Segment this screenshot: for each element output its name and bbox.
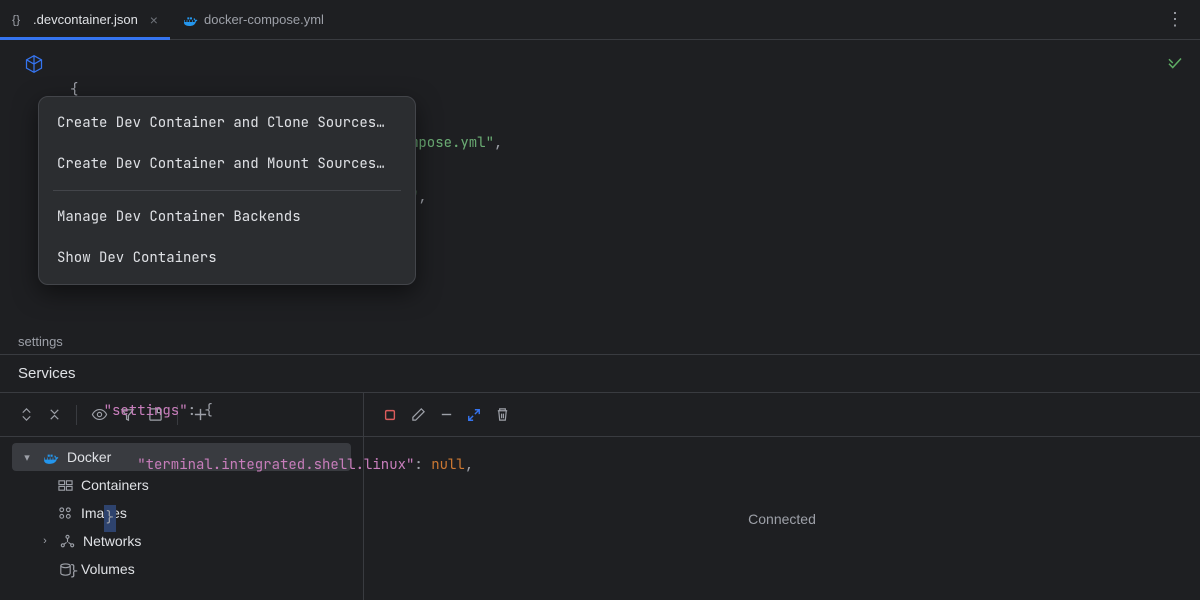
tab-label: .devcontainer.json — [33, 12, 138, 27]
tab-devcontainer-json[interactable]: {} .devcontainer.json × — [0, 0, 170, 39]
matching-brace-highlight: } — [104, 505, 116, 532]
braces-icon: {} — [12, 12, 27, 27]
svg-text:{}: {} — [12, 12, 20, 26]
popup-item-show-containers[interactable]: Show Dev Containers — [39, 238, 415, 279]
docker-icon — [182, 12, 198, 28]
tab-label: docker-compose.yml — [204, 12, 324, 27]
editor-tab-bar: {} .devcontainer.json × docker-compose.y… — [0, 0, 1200, 40]
popup-item-create-mount[interactable]: Create Dev Container and Mount Sources… — [39, 144, 415, 185]
popup-item-create-clone[interactable]: Create Dev Container and Clone Sources… — [39, 103, 415, 144]
inspections-ok-icon[interactable] — [1166, 54, 1184, 72]
code-editor[interactable]: { mpose.yml", ", "settings": { "terminal… — [0, 40, 1200, 328]
devcontainer-gutter-icon[interactable] — [24, 54, 44, 74]
tab-docker-compose-yml[interactable]: docker-compose.yml — [170, 0, 336, 39]
devcontainer-actions-popup: Create Dev Container and Clone Sources… … — [38, 96, 416, 285]
popup-separator — [53, 190, 401, 191]
close-icon[interactable]: × — [150, 12, 158, 28]
popup-item-manage-backends[interactable]: Manage Dev Container Backends — [39, 197, 415, 238]
tab-bar-more-button[interactable]: ⋮ — [1150, 9, 1200, 30]
